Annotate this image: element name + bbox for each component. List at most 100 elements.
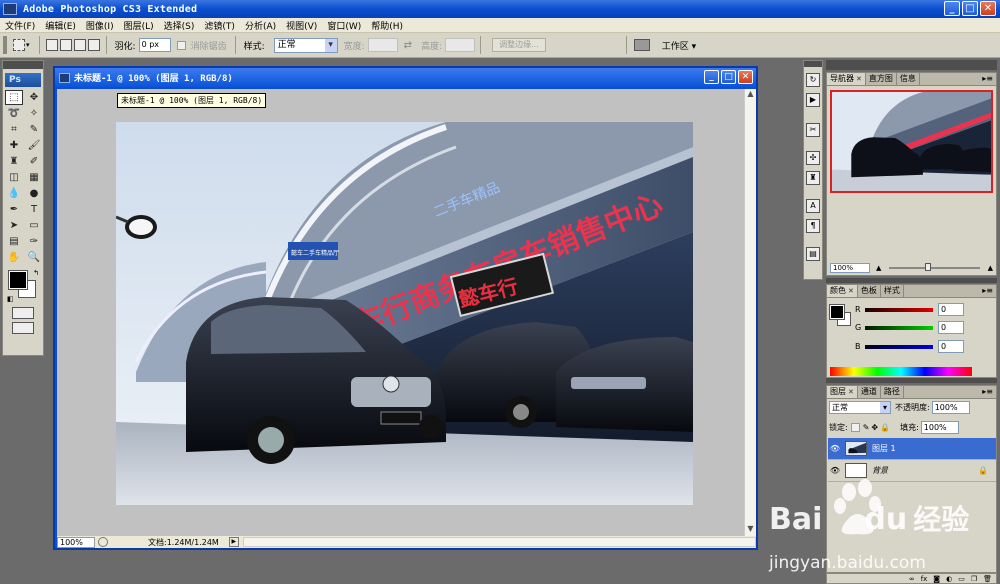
healing-brush-tool-icon[interactable]: ✚: [5, 138, 23, 153]
type-tool-icon[interactable]: T: [25, 202, 43, 217]
marquee-tool-icon[interactable]: ⬚: [5, 90, 23, 105]
blue-slider[interactable]: [865, 344, 933, 349]
tab-color[interactable]: 颜色 ✕: [827, 285, 858, 297]
blue-value-input[interactable]: 0: [938, 340, 964, 353]
horizontal-scrollbar[interactable]: [242, 537, 756, 547]
tab-channels[interactable]: 通道: [858, 386, 881, 398]
width-input[interactable]: [367, 38, 398, 52]
tab-navigator[interactable]: 导航器 ✕: [827, 73, 866, 85]
default-colors-icon[interactable]: ◧: [7, 295, 14, 303]
foreground-color-swatch[interactable]: [8, 270, 28, 290]
workspace-button[interactable]: 工作区 ▾: [662, 39, 696, 52]
antialias-checkbox[interactable]: [176, 40, 186, 50]
slice-tool-icon[interactable]: ✎: [25, 122, 43, 137]
panel-gripper-color[interactable]: [826, 278, 997, 283]
clone-source-icon[interactable]: ♜: [806, 171, 820, 185]
history-brush-tool-icon[interactable]: ✐: [25, 154, 43, 169]
eraser-tool-icon[interactable]: ◫: [5, 170, 23, 185]
swap-icon[interactable]: ⇄: [404, 40, 412, 51]
notes-tool-icon[interactable]: ▤: [5, 234, 23, 249]
pen-tool-icon[interactable]: ✒: [5, 202, 23, 217]
lock-transparency-icon[interactable]: [850, 423, 860, 432]
lock-pixels-icon[interactable]: ✎: [863, 423, 870, 432]
canvas-area[interactable]: 未标题-1 @ 100% (图层 1, RGB/8) 二手车精品 懿车行 懿车二…: [57, 89, 744, 536]
clone-stamp-tool-icon[interactable]: ♜: [5, 154, 23, 169]
zoom-in-icon[interactable]: ▲: [988, 264, 993, 272]
character-icon[interactable]: A: [806, 199, 820, 213]
zoom-slider-thumb[interactable]: [925, 263, 932, 271]
minimize-button[interactable]: _: [944, 1, 960, 16]
vertical-scrollbar[interactable]: ▲ ▼: [744, 89, 756, 536]
crop-tool-icon[interactable]: ⌗: [5, 122, 23, 137]
feather-input[interactable]: 0 px: [138, 38, 171, 52]
doc-close-button[interactable]: ✕: [738, 70, 753, 84]
tab-swatches[interactable]: 色板: [858, 285, 881, 297]
ps-logo[interactable]: Ps: [5, 73, 41, 87]
close-button[interactable]: ✕: [980, 1, 996, 16]
move-tool-icon[interactable]: ✥: [25, 90, 43, 105]
paragraph-icon[interactable]: ¶: [806, 219, 820, 233]
menu-filter[interactable]: 滤镜(T): [199, 19, 240, 32]
panel-gripper-top[interactable]: [826, 60, 997, 70]
lock-position-icon[interactable]: ✥: [871, 423, 878, 432]
gradient-tool-icon[interactable]: ▦: [25, 170, 43, 185]
doc-maximize-button[interactable]: □: [721, 70, 736, 84]
zoom-slider[interactable]: [889, 263, 980, 271]
swap-colors-icon[interactable]: ↰: [33, 269, 39, 277]
close-tab-icon[interactable]: ✕: [848, 388, 854, 396]
menu-window[interactable]: 窗口(W): [322, 19, 366, 32]
document-title-bar[interactable]: 未标题-1 @ 100% (图层 1, RGB/8) _ □ ✕: [55, 68, 756, 87]
actions-icon[interactable]: ▶: [806, 93, 820, 107]
tab-paths[interactable]: 路径: [881, 386, 904, 398]
scroll-down-icon[interactable]: ▼: [745, 524, 756, 536]
toolbox-gripper[interactable]: [3, 61, 43, 69]
zoom-field[interactable]: 100%: [57, 536, 95, 548]
lock-all-icon[interactable]: 🔒: [880, 423, 890, 432]
color-spectrum[interactable]: [830, 367, 972, 376]
green-slider[interactable]: [865, 325, 933, 330]
history-icon[interactable]: ↻: [806, 73, 820, 87]
layer-row-layer1[interactable]: 👁 图层 1: [828, 438, 996, 460]
options-gripper[interactable]: [3, 36, 7, 54]
tab-histogram[interactable]: 直方图: [866, 73, 897, 85]
opacity-input[interactable]: 100%: [931, 401, 970, 414]
brush-tool-icon[interactable]: 🖌: [25, 138, 43, 153]
status-options-icon[interactable]: [98, 537, 108, 547]
visibility-eye-icon[interactable]: 👁: [828, 466, 842, 475]
bridge-icon[interactable]: [633, 39, 650, 51]
dock-gripper[interactable]: [804, 61, 822, 67]
red-slider[interactable]: [865, 307, 933, 312]
brushes-icon[interactable]: ✣: [806, 151, 820, 165]
layer-comps-icon[interactable]: ▤: [806, 247, 820, 261]
tool-presets-icon[interactable]: ✂: [806, 123, 820, 137]
intersect-selection-icon[interactable]: [87, 39, 100, 51]
green-value-input[interactable]: 0: [938, 321, 964, 334]
lasso-tool-icon[interactable]: ➰: [5, 106, 23, 121]
menu-layer[interactable]: 图层(L): [119, 19, 159, 32]
tool-preset-arrow-icon[interactable]: ▾: [26, 41, 30, 49]
subtract-selection-icon[interactable]: [73, 39, 86, 51]
magic-wand-tool-icon[interactable]: ✧: [25, 106, 43, 121]
menu-select[interactable]: 选择(S): [159, 19, 200, 32]
menu-view[interactable]: 视图(V): [281, 19, 322, 32]
navigator-preview[interactable]: [830, 90, 993, 193]
doc-minimize-button[interactable]: _: [704, 70, 719, 84]
color-fg-swatch[interactable]: [829, 304, 845, 320]
new-selection-icon[interactable]: [45, 39, 58, 51]
menu-edit[interactable]: 编辑(E): [40, 19, 81, 32]
red-value-input[interactable]: 0: [938, 303, 964, 316]
hand-tool-icon[interactable]: ✋: [5, 250, 23, 265]
close-tab-icon[interactable]: ✕: [848, 287, 854, 295]
scroll-up-icon[interactable]: ▲: [745, 89, 756, 101]
panel-gripper-layers[interactable]: [826, 378, 997, 383]
menu-file[interactable]: 文件(F): [0, 19, 40, 32]
status-menu-arrow-icon[interactable]: ▶: [228, 537, 239, 547]
refine-edge-button[interactable]: 调整边缘...: [492, 38, 546, 52]
visibility-eye-icon[interactable]: 👁: [828, 444, 842, 453]
panel-menu-icon[interactable]: ▸≡: [982, 73, 996, 85]
tab-styles[interactable]: 样式: [881, 285, 904, 297]
tab-info[interactable]: 信息: [897, 73, 920, 85]
quick-mask-button[interactable]: [12, 307, 34, 319]
fill-input[interactable]: 100%: [920, 421, 959, 434]
tab-layers[interactable]: 图层 ✕: [827, 386, 858, 398]
